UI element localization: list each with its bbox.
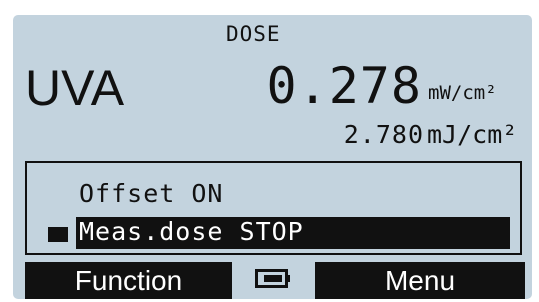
irradiance-unit: mW/cm² (428, 82, 497, 104)
function-softkey[interactable]: Function (25, 262, 232, 299)
irradiance-value: 0.278 (266, 57, 422, 115)
battery-icon (255, 269, 290, 288)
dose-unit: mJ/cm² (427, 120, 518, 149)
dose-value: 2.780 (343, 120, 424, 149)
device-screen: DOSE UVA 0.278 mW/cm² 2.780 mJ/cm² Offse… (0, 0, 539, 302)
selection-cursor-icon (48, 227, 68, 242)
channel-label: UVA (25, 60, 125, 116)
menu-item-offset[interactable]: Offset ON (79, 179, 223, 209)
mode-label: DOSE (226, 22, 281, 46)
menu-item-meas-dose[interactable]: Meas.dose STOP (76, 217, 510, 249)
menu-softkey[interactable]: Menu (315, 262, 525, 299)
